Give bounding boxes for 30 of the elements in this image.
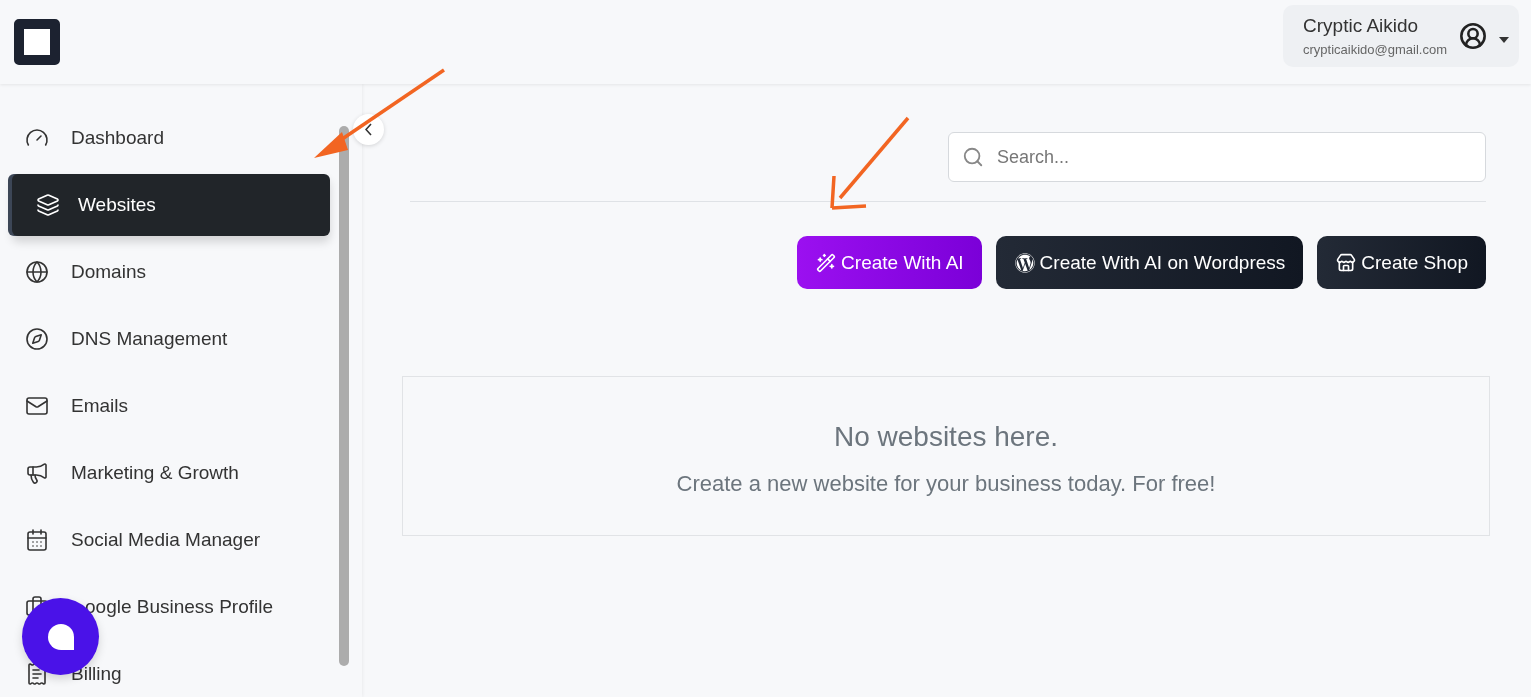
empty-state-message: Create a new website for your business today. For free!	[676, 471, 1216, 497]
chat-bubble-icon	[45, 621, 76, 652]
logo[interactable]	[14, 19, 60, 65]
envelope-icon	[25, 394, 49, 418]
receipt-icon	[25, 662, 49, 686]
globe-icon	[25, 260, 49, 284]
sidebar-item[interactable]: Marketing & Growth	[12, 442, 330, 504]
wordpress-icon	[1014, 252, 1035, 273]
user-name: Cryptic Aikido	[1303, 15, 1420, 37]
create-button[interactable]: Create Shop	[1317, 236, 1486, 289]
caret-icon	[1499, 37, 1509, 43]
sidebar-item[interactable]: Emails	[12, 375, 330, 437]
compass-icon	[25, 327, 49, 351]
store-icon	[1336, 252, 1357, 273]
magic-wand-icon	[816, 252, 837, 273]
user-email: crypticaikido@gmail.com	[1303, 42, 1447, 57]
sidebar-item[interactable]: Dashboard	[12, 107, 330, 169]
create-button[interactable]: Create With AI	[797, 236, 982, 289]
sidebar-item[interactable]: DNS Management	[12, 308, 330, 370]
sidebar-item[interactable]: Domains	[12, 241, 330, 303]
empty-state-title: No websites here.	[833, 421, 1059, 453]
sidebar-item[interactable]: Social Media Manager	[12, 509, 330, 571]
chevron-left-icon	[365, 123, 372, 136]
search-field[interactable]: Search...	[948, 132, 1486, 182]
create-button[interactable]: Create With AI on Wordpress	[995, 236, 1304, 289]
megaphone-icon	[25, 461, 49, 485]
user-avatar-icon	[1459, 22, 1487, 50]
layers-icon	[36, 193, 60, 217]
calendar-icon	[25, 528, 49, 552]
user-menu[interactable]: Cryptic Aikido crypticaikido@gmail.com	[1283, 5, 1519, 67]
